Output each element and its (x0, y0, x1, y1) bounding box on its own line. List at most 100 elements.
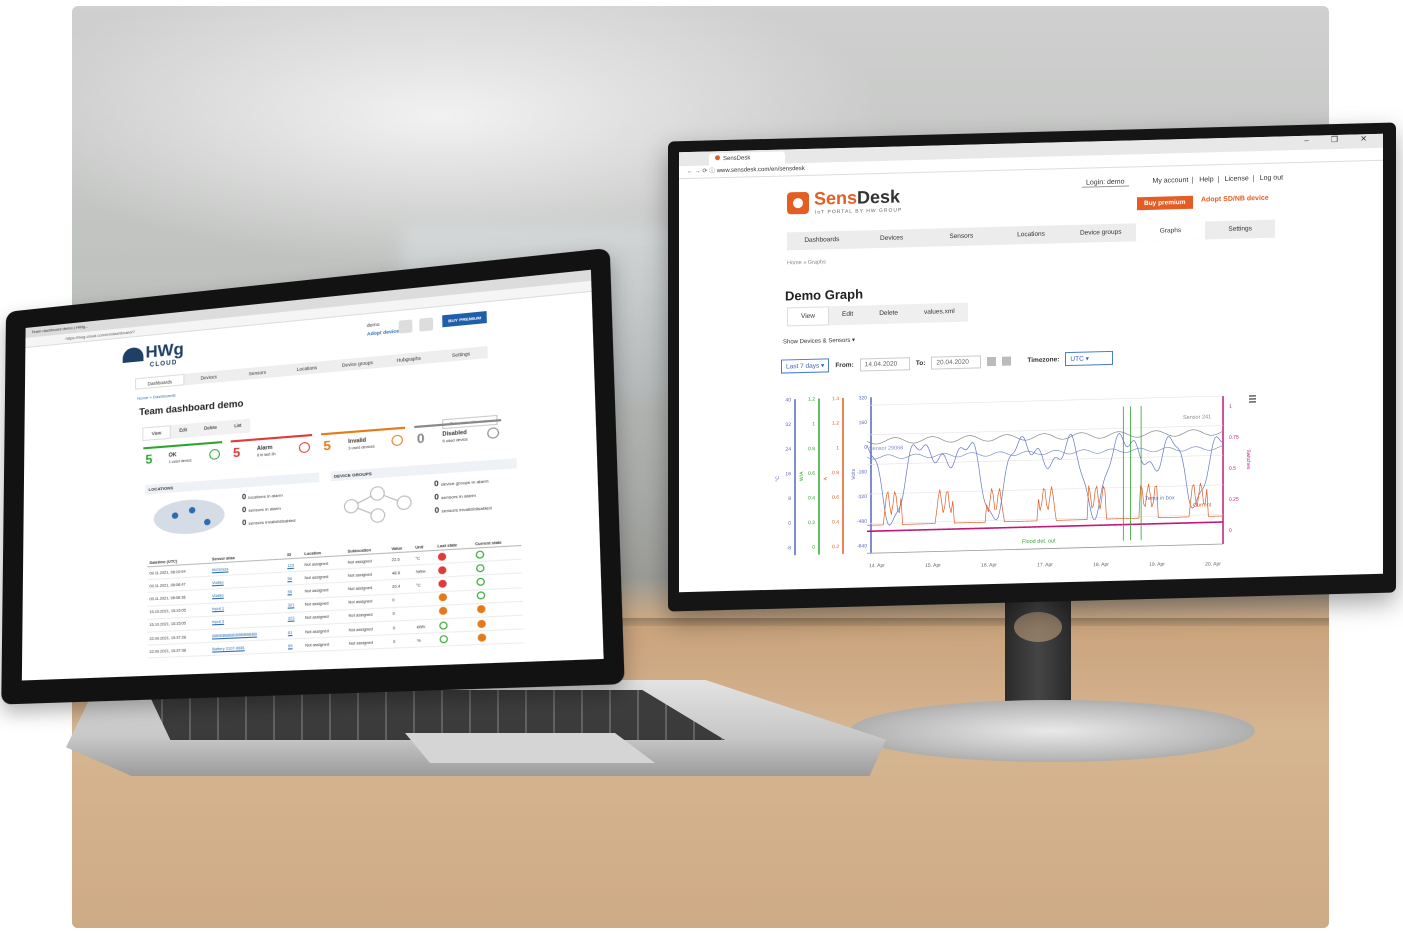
stat-sub: 1 used device (168, 458, 192, 465)
invalid-status-icon (438, 593, 447, 602)
y-right-tick-label: 1 (1229, 404, 1232, 410)
hwg-logo[interactable]: HWg (146, 341, 184, 363)
bell-icon[interactable] (419, 317, 434, 332)
table-cell: Not assigned (302, 636, 347, 653)
stat-card-invalid[interactable]: 5 Invalid 3 used devices (321, 426, 406, 460)
license-link[interactable]: License (1220, 175, 1254, 184)
table-cell: 48.8 (389, 565, 414, 581)
series-label-temp-in-box: Temp in box (1145, 495, 1175, 502)
series-label-sensor-241: Sensor 241 (1183, 414, 1211, 421)
timezone-select-value: UTC (1070, 355, 1084, 363)
invalid-status-icon (476, 619, 486, 628)
hwg-logo-icon (122, 346, 144, 364)
y-tick-label: 1 (812, 421, 815, 427)
demo-graph-chart[interactable]: 40 32 24 16 8 0 -8 °C 1.2 1 0.8 0.6 0.4 0.2 0 W/A 1.4 1.2… (767, 374, 1287, 588)
locations-invalid-line: 0 sensors invalid/disabled (242, 517, 296, 528)
status-icon (391, 434, 404, 447)
tab-values-xml[interactable]: values.xml (910, 302, 968, 324)
tab-edit[interactable]: Edit (828, 305, 867, 326)
table-cell: %RH (413, 564, 436, 579)
series-sensor-29068-line (866, 445, 1224, 460)
login-label: Login: demo (1082, 178, 1129, 188)
table-cell: 22.5 (389, 551, 414, 567)
last-state-icon (436, 631, 475, 647)
nav-device-groups[interactable]: Device groups (1066, 223, 1136, 243)
nav-devices[interactable]: Devices (857, 229, 927, 249)
stat-card-alarm[interactable]: 5 Alarm 8 in last 3h (230, 433, 313, 466)
ok-status-icon (475, 577, 485, 586)
to-date-input[interactable]: 20.04.2020 (931, 354, 982, 370)
sensdesk-logo[interactable]: SensDesk (814, 186, 900, 209)
help-link[interactable]: Help (1195, 176, 1219, 184)
tab-delete[interactable]: Delete (866, 304, 911, 325)
alarm-status-icon (438, 579, 447, 588)
user-icon[interactable] (398, 319, 413, 334)
table-cell[interactable]: 61 (285, 625, 303, 640)
table-cell[interactable]: 65 (285, 638, 304, 653)
sensdesk-favicon-icon (715, 155, 720, 161)
from-date-input[interactable]: 14.04.2020 (859, 356, 910, 372)
tab-view[interactable]: View (142, 425, 171, 442)
stat-card-ok[interactable]: 5 OK 1 used device (143, 441, 223, 473)
tab-view[interactable]: View (787, 306, 829, 327)
range-select[interactable]: Last 7 days ▾ (781, 358, 830, 374)
y-axis-label: W/A (799, 471, 805, 481)
x-axis-line (867, 543, 1223, 554)
stat-card-disabled[interactable]: 0 Disabled 6 used device (414, 419, 502, 453)
monitor: SensDesk – ❐ ✕ ← → ⟳ ⓘ www.sensdesk.com/… (668, 122, 1396, 612)
nav-graphs[interactable]: Graphs (1135, 221, 1206, 242)
table-cell[interactable]: 56 (285, 571, 303, 586)
table-cell[interactable]: 123 (285, 557, 303, 573)
tab-delete[interactable]: Delete (195, 420, 226, 437)
logo-subtitle: IoT PORTAL BY HW GROUP (815, 207, 903, 216)
table-cell[interactable]: 323 (285, 611, 303, 626)
invalid-status-icon (476, 605, 486, 614)
y-tick-label: 0.6 (808, 471, 815, 477)
nav-dashboards[interactable]: Dashboards (787, 231, 857, 251)
nav-settings[interactable]: Settings (1205, 220, 1275, 240)
logout-link[interactable]: Log out (1256, 174, 1287, 182)
ok-status-icon (438, 620, 448, 630)
y-right-axis-label: Switches (1245, 449, 1251, 470)
show-devices-toggle[interactable]: Show Devices & Sensors ▾ (783, 323, 1383, 346)
timezone-select[interactable]: UTC ▾ (1065, 350, 1114, 367)
nav-locations[interactable]: Locations (996, 225, 1066, 245)
y-tick-label: 0.4 (808, 495, 815, 501)
x-tick-label: 18. Apr (1093, 562, 1109, 568)
y-tick-label: -320 (857, 494, 867, 500)
ok-status-icon (475, 550, 484, 559)
y-tick-label: 320 (859, 395, 868, 401)
table-cell[interactable]: 321 (285, 598, 303, 613)
y-tick-label: 1.4 (832, 396, 839, 402)
stat-count: 5 (232, 444, 241, 461)
table-cell (413, 591, 437, 607)
nav-sensors[interactable]: Sensors (926, 227, 996, 247)
browser-tab-title: SensDesk (723, 155, 751, 163)
tab-edit[interactable]: Edit (170, 423, 196, 439)
adopt-device-link[interactable]: Adopt SD/NB device (1201, 195, 1269, 204)
table-cell: 0 (390, 606, 415, 622)
invalid-status-icon (438, 607, 448, 616)
y-axis-label: °C (775, 476, 781, 482)
table-cell[interactable]: 55 (285, 584, 303, 600)
tab-list[interactable]: List (225, 418, 251, 435)
alarm-status-icon (437, 565, 447, 575)
to-label: To: (915, 359, 926, 367)
y-tick-label: 0.2 (832, 544, 839, 550)
table-cell[interactable]: Battery 3107-9681 (209, 639, 286, 656)
prev-range-button[interactable] (987, 356, 997, 366)
buy-premium-button[interactable]: Buy premium (1137, 195, 1193, 211)
x-tick-label: 17. Apr (1037, 562, 1053, 568)
adopt-device-link[interactable]: Adopt device (367, 328, 399, 336)
ok-status-icon (475, 563, 485, 573)
buy-premium-button[interactable]: BUY PREMIUM (442, 311, 488, 328)
table-cell: 0 (389, 592, 414, 608)
y-axis-label: A (823, 476, 829, 480)
window-controls[interactable]: – ❐ ✕ (1304, 134, 1377, 145)
device-groups-panel: DEVICE GROUPS 0 device groups in alarm 0s… (330, 458, 518, 534)
next-range-button[interactable] (1002, 356, 1012, 366)
y-tick-label: 40 (785, 397, 791, 403)
my-account-link[interactable]: My account (1148, 176, 1194, 185)
table-cell: 22.09.2021, 15:37:38 (147, 642, 211, 659)
browser-tab[interactable]: SensDesk (709, 151, 785, 166)
